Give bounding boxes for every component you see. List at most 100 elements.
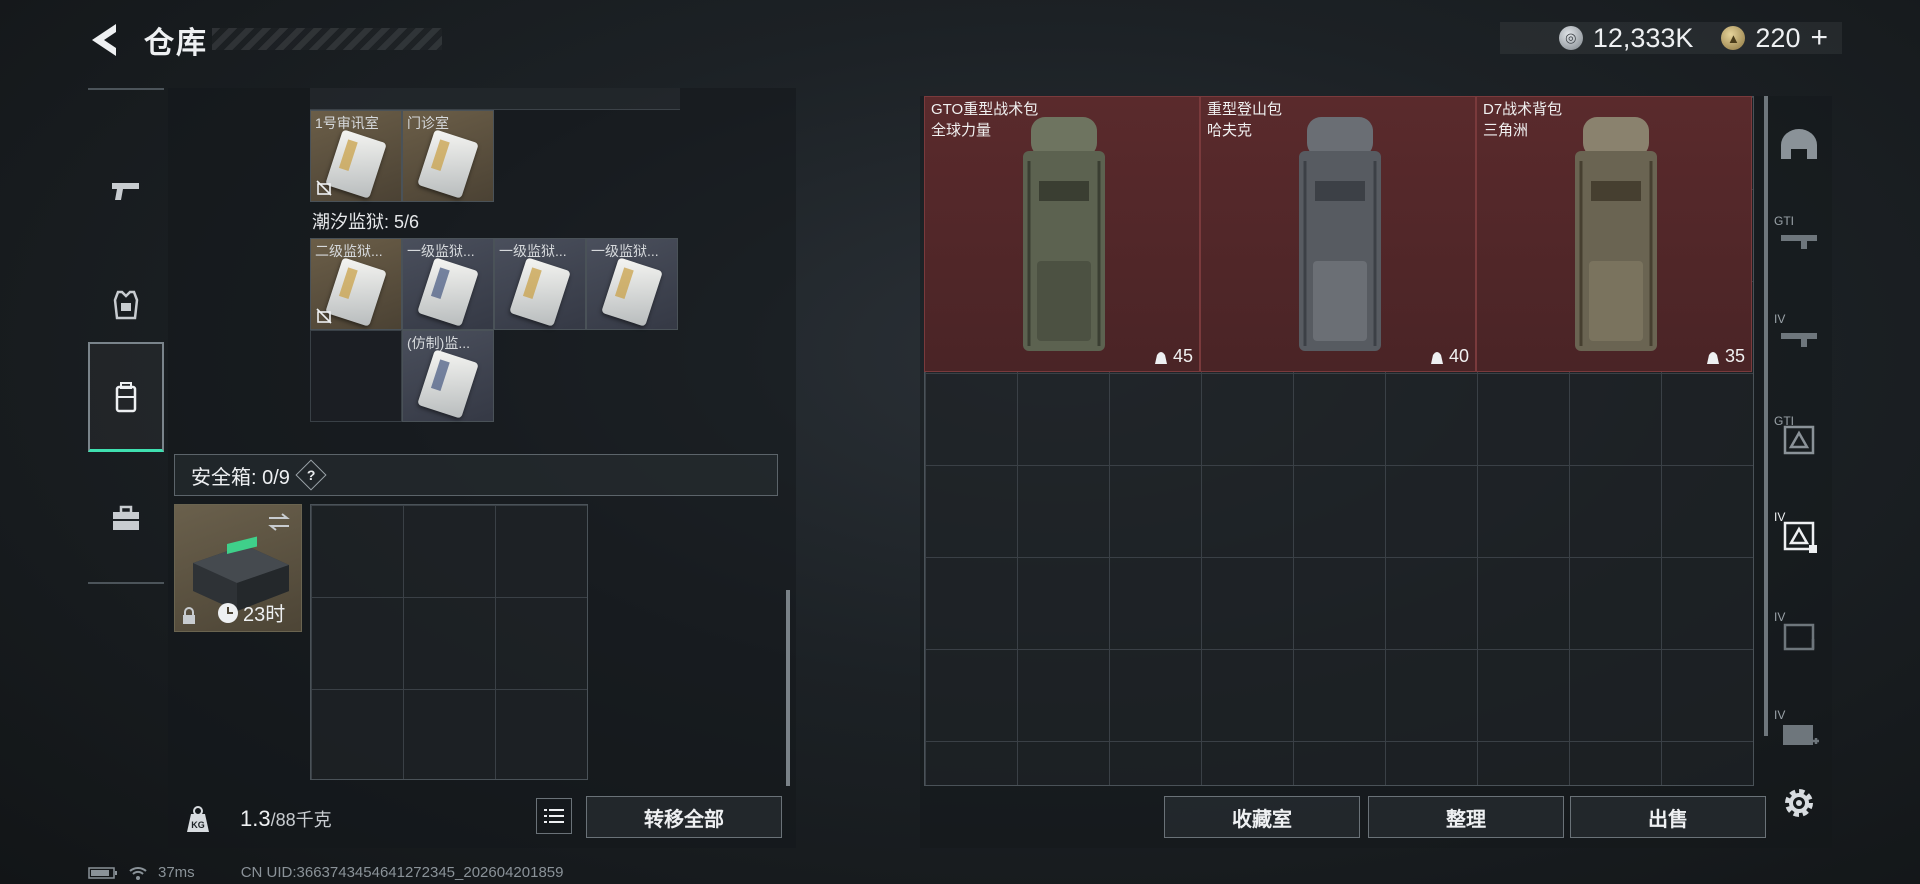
keycard-interrogation[interactable]: 1号审讯室 [310, 110, 402, 202]
settings-button[interactable] [1772, 778, 1826, 828]
keycard-icon [417, 257, 479, 327]
backpack-mountain[interactable]: 重型登山包 哈夫克 40 [1200, 96, 1476, 372]
nav-weapons[interactable] [88, 136, 164, 246]
toolbox-icon [113, 505, 139, 530]
filter-vest-gti[interactable]: GTI [1772, 414, 1826, 464]
transfer-all-button[interactable]: 转移全部 [586, 796, 782, 838]
silver-coin-icon: ◎ [1558, 26, 1583, 50]
left-category-nav [88, 88, 164, 584]
keycard-label: 1号审讯室 [315, 115, 379, 131]
keycard-label: 一级监狱... [407, 243, 475, 259]
filter-medkit-iv[interactable]: IV [1772, 708, 1826, 758]
keycard-icon [417, 129, 479, 199]
wifi-icon [129, 866, 147, 880]
filter-tag: IV [1774, 610, 1786, 624]
backpack-d7[interactable]: D7战术背包 三角洲 35 [1476, 96, 1752, 372]
bag-capacity: 35 [1705, 346, 1745, 367]
weight-readout: 1.3/88千克 [240, 806, 332, 832]
keycard-clinic[interactable]: 门诊室 [402, 110, 494, 202]
keycard-label: 门诊室 [407, 115, 449, 131]
weight-icon: KG [168, 792, 228, 846]
filter-rifle-gti[interactable]: GTI [1772, 214, 1826, 264]
list-view-button[interactable] [536, 798, 572, 834]
filter-rifle-iv[interactable]: IV [1772, 312, 1826, 362]
keycard-label: (仿制)监... [407, 335, 470, 351]
capacity-icon [1154, 351, 1167, 364]
gold-coin-icon: ▲ [1721, 26, 1746, 50]
bag-name: 重型登山包 [1207, 101, 1283, 118]
filter-tag: GTI [1774, 214, 1794, 228]
weight-max: /88千克 [270, 810, 332, 830]
bag-brand: 哈夫克 [1207, 122, 1253, 139]
keycard-prison-replica[interactable]: (仿制)监... [402, 330, 494, 422]
gear-icon [1785, 789, 1813, 817]
help-button[interactable]: ? [295, 459, 327, 491]
keycard-prison-1b[interactable]: 一级监狱... [494, 238, 586, 330]
help-icon: ? [306, 467, 316, 483]
back-arrow-icon [92, 24, 116, 56]
bag-brand: 全球力量 [931, 122, 992, 139]
sort-button[interactable]: 整理 [1368, 796, 1564, 838]
bag-name: GTO重型战术包 [931, 101, 1039, 118]
keycard-icon [601, 257, 663, 327]
capacity-icon [1430, 351, 1443, 364]
keycard-icon [417, 349, 479, 419]
sell-button[interactable]: 出售 [1570, 796, 1766, 838]
bag-capacity: 45 [1153, 346, 1193, 367]
backpack-gto[interactable]: GTO重型战术包 全球力量 45 [924, 96, 1200, 372]
backpack-image [1023, 117, 1105, 351]
capacity-icon [1706, 351, 1719, 364]
keycard-prison-1a[interactable]: 一级监狱... [402, 238, 494, 330]
helmet-icon [1781, 129, 1817, 159]
bag-brand: 三角洲 [1483, 122, 1529, 139]
filter-tag: GTI [1774, 414, 1794, 428]
safe-box-label: 安全箱: 0/9 [191, 466, 290, 489]
empty-slot[interactable] [310, 330, 402, 422]
filter-tag: IV [1774, 312, 1786, 326]
partial-row [310, 88, 680, 110]
weight-current: 1.3 [240, 806, 271, 831]
swap-icon[interactable] [265, 511, 293, 533]
silver-currency-value: 12,333K [1592, 22, 1694, 53]
keycard-label: 二级监狱... [315, 243, 383, 259]
clock-icon [218, 602, 238, 623]
backpack-image [1299, 117, 1381, 351]
svg-text:KG: KG [191, 820, 205, 830]
currency-bar: ◎ 12,333K ▲ 220 + [1500, 22, 1842, 54]
lock-icon [183, 607, 195, 624]
filter-tag: IV [1774, 510, 1786, 524]
bag-capacity: 40 [1429, 346, 1469, 367]
armor-vest-icon [113, 290, 139, 320]
filter-vest-iv[interactable]: IV [1772, 510, 1826, 560]
keycard-icon [325, 129, 387, 199]
gold-currency-value: 220 [1755, 22, 1801, 53]
filter-bag-iv[interactable]: IV [1772, 610, 1826, 660]
prison-section-label: 潮汐监狱: 5/6 [312, 212, 420, 232]
nav-backpack[interactable] [88, 342, 164, 452]
filter-helmet[interactable] [1772, 120, 1826, 170]
keycard-prison-1c[interactable]: 一级监狱... [586, 238, 678, 330]
safe-box-item[interactable]: 23时 [174, 504, 302, 632]
safe-box-grid[interactable] [310, 504, 588, 780]
nav-tools[interactable] [88, 464, 164, 574]
back-button[interactable] [86, 20, 122, 60]
list-icon [544, 809, 564, 823]
bag-capacity-value: 45 [1172, 346, 1193, 366]
page-title: 仓库 [144, 27, 208, 60]
bag-capacity-value: 40 [1448, 346, 1469, 366]
add-currency-button[interactable]: + [1810, 23, 1828, 53]
pistol-icon [112, 183, 139, 200]
backpack-icon [115, 381, 137, 412]
keycard-label: 一级监狱... [499, 243, 567, 259]
keycard-prison-2[interactable]: 二级监狱... [310, 238, 402, 330]
collection-button[interactable]: 收藏室 [1164, 796, 1360, 838]
keycard-label: 一级监狱... [591, 243, 659, 259]
storage-scrollbar[interactable] [1764, 96, 1768, 736]
backpack-image [1575, 117, 1657, 351]
title-decoration [212, 28, 442, 50]
filter-tag: IV [1774, 708, 1786, 722]
safe-timer: 23时 [217, 598, 285, 627]
no-link-icon [316, 180, 332, 196]
inventory-scrollbar[interactable] [786, 590, 790, 786]
safe-timer-text: 23时 [243, 604, 286, 626]
